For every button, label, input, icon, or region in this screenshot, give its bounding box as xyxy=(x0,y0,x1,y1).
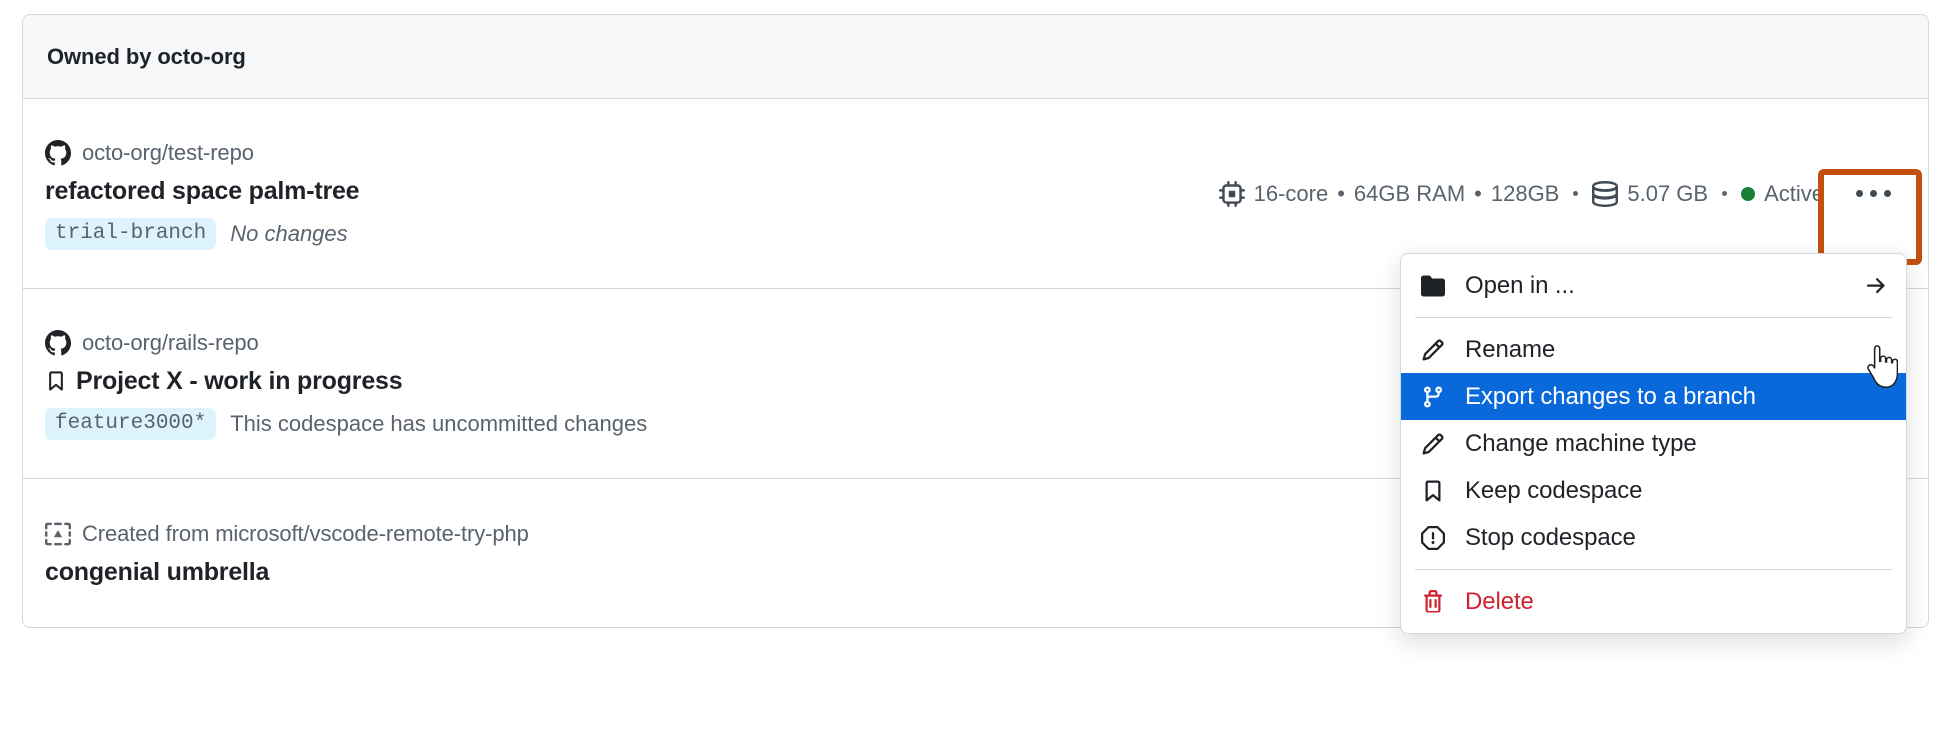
codespace-branch-status: feature3000* This codespace has uncommitt… xyxy=(45,407,648,440)
bookmark-icon xyxy=(45,370,67,392)
storage-usage-value: 5.07 GB xyxy=(1627,180,1709,206)
kebab-dot-icon xyxy=(1855,190,1863,197)
kebab-dot-icon xyxy=(1869,190,1877,197)
branch-chip[interactable]: feature3000* xyxy=(45,407,217,440)
meta-separator-dot xyxy=(1722,191,1728,196)
menu-item-stop-codespace[interactable]: Stop codespace xyxy=(1401,514,1906,561)
status-label: Active xyxy=(1764,180,1824,206)
folder-icon xyxy=(1421,274,1445,298)
cpu-icon xyxy=(1218,180,1245,207)
screen-root: Owned by octo-org octo-org/test-repo refa… xyxy=(0,0,1948,738)
menu-item-label: Stop codespace xyxy=(1465,523,1636,551)
codespace-status-text: This codespace has uncommitted changes xyxy=(230,410,648,436)
spec-separator: • xyxy=(1337,180,1345,206)
spec-separator: • xyxy=(1474,180,1482,206)
codespace-title[interactable]: Project X - work in progress xyxy=(45,366,647,396)
menu-item-rename[interactable]: Rename xyxy=(1401,326,1906,373)
menu-separator xyxy=(1415,569,1892,570)
codespace-meta: 16-core • 64GB RAM • 128GB 5.07 GB Active xyxy=(1218,169,1904,219)
page-title: Owned by octo-org xyxy=(47,43,246,69)
machine-cpu: 16-core xyxy=(1253,180,1329,206)
menu-item-label: Rename xyxy=(1465,335,1556,363)
codespace-title[interactable]: congenial umbrella xyxy=(45,557,529,587)
menu-item-label: Change machine type xyxy=(1465,429,1697,457)
menu-item-keep-codespace[interactable]: Keep codespace xyxy=(1401,467,1906,514)
codespace-status-text: No changes xyxy=(230,220,348,246)
machine-spec: 16-core • 64GB RAM • 128GB xyxy=(1218,180,1560,207)
storage-usage: 5.07 GB xyxy=(1592,180,1709,207)
codespace-info: octo-org/test-repo refactored space palm-… xyxy=(45,138,360,250)
pencil-icon xyxy=(1421,338,1445,362)
database-icon xyxy=(1592,180,1619,207)
trash-icon xyxy=(1421,589,1445,614)
template-icon xyxy=(45,521,71,547)
machine-ram: 64GB RAM xyxy=(1353,180,1466,206)
codespace-branch-status: trial-branch No changes xyxy=(45,217,359,250)
git-branch-icon xyxy=(1421,385,1445,409)
meta-separator-dot xyxy=(1573,191,1579,196)
pencil-icon xyxy=(1421,432,1445,456)
arrow-right-icon xyxy=(1864,274,1888,298)
repo-name[interactable]: Created from microsoft/vscode-remote-try… xyxy=(82,521,529,547)
bookmark-icon xyxy=(1421,479,1445,503)
menu-item-label: Export changes to a branch xyxy=(1465,382,1756,410)
codespace-title-text: refactored space palm-tree xyxy=(45,176,360,205)
codespace-options-button[interactable] xyxy=(1842,169,1904,219)
menu-item-label: Keep codespace xyxy=(1465,476,1643,504)
status-dot-icon xyxy=(1741,186,1756,201)
menu-item-label: Open in ... xyxy=(1465,271,1575,299)
codespace-title-text: Project X - work in progress xyxy=(76,366,403,395)
repo-name[interactable]: octo-org/test-repo xyxy=(82,140,254,166)
github-mark-icon xyxy=(45,329,71,356)
machine-storage: 128GB xyxy=(1490,180,1560,206)
codespace-title[interactable]: refactored space palm-tree xyxy=(45,176,360,206)
menu-item-delete[interactable]: Delete xyxy=(1401,578,1906,625)
menu-item-open-in[interactable]: Open in ... xyxy=(1401,262,1906,309)
github-mark-icon xyxy=(45,139,71,166)
card-header: Owned by octo-org xyxy=(23,15,1928,99)
status-badge: Active xyxy=(1741,181,1824,207)
codespace-source: octo-org/rails-repo xyxy=(45,328,647,358)
menu-item-label: Delete xyxy=(1465,587,1534,615)
stop-icon xyxy=(1421,525,1445,550)
branch-chip[interactable]: trial-branch xyxy=(45,217,217,250)
codespace-title-text: congenial umbrella xyxy=(45,558,270,586)
kebab-dot-icon xyxy=(1883,190,1891,197)
codespace-actions-menu[interactable]: Open in ... Rename Export changes to a bra… xyxy=(1400,253,1907,634)
menu-separator xyxy=(1415,317,1892,318)
menu-item-export-changes-to-a-branch[interactable]: Export changes to a branch xyxy=(1401,373,1906,420)
codespace-source: Created from microsoft/vscode-remote-try… xyxy=(45,519,529,549)
menu-item-change-machine-type[interactable]: Change machine type xyxy=(1401,420,1906,467)
codespace-info: octo-org/rails-repo Project X - work in p… xyxy=(45,328,647,440)
codespace-info: Created from microsoft/vscode-remote-try… xyxy=(45,519,529,587)
repo-name[interactable]: octo-org/rails-repo xyxy=(82,330,259,356)
codespace-source: octo-org/test-repo xyxy=(45,138,359,168)
